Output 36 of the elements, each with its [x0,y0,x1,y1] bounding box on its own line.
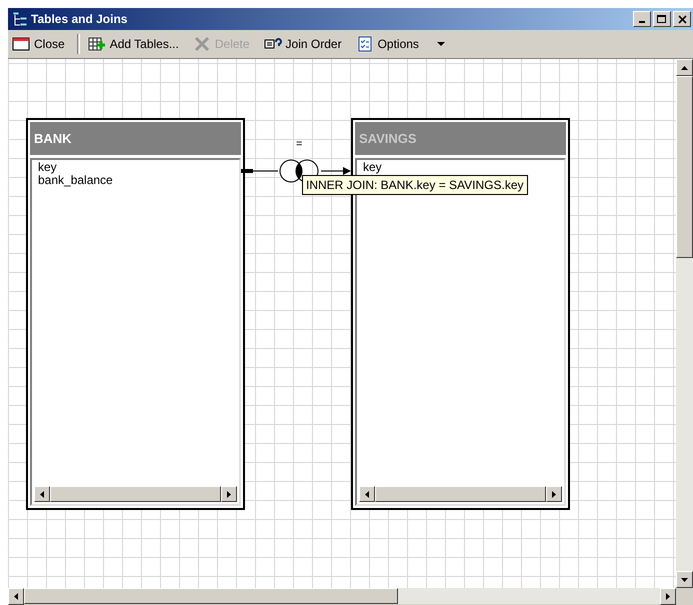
up-arrow-icon [681,66,688,70]
horizontal-scrollbar[interactable] [359,486,562,502]
maximize-button[interactable] [653,11,671,27]
table-plus-icon [88,36,106,52]
down-arrow-icon [681,578,688,582]
maximize-icon [657,14,667,24]
field-item[interactable]: key [38,161,233,174]
add-button[interactable]: Add Tables... [86,34,185,54]
table-card[interactable]: BANK key bank_balance [26,118,245,510]
caret-icon [436,42,445,46]
tooltip: INNER JOIN: BANK.key = SAVINGS.key [302,175,528,195]
tree-icon [12,11,28,27]
checklist-icon [356,36,374,52]
vertical-scrollbar[interactable] [676,59,693,588]
minimize-icon [639,20,645,22]
table-header[interactable]: BANK [30,122,241,155]
left-arrow-icon [365,490,369,498]
horizontal-scrollbar[interactable] [34,486,237,502]
right-arrow-icon [227,490,231,498]
close-button[interactable] [673,11,691,27]
minimize-button[interactable] [633,11,651,27]
left-arrow-icon [40,490,44,498]
field-item[interactable]: key [363,161,558,174]
close-button[interactable]: Close [10,34,71,54]
right-arrow-icon [666,593,670,600]
join-operator: = [296,139,302,150]
order-button[interactable]: Join Order [262,34,348,54]
horizontal-scrollbar[interactable] [8,588,676,604]
left-arrow-icon [14,593,18,600]
window-icon [12,36,30,52]
cross-icon [192,36,211,52]
field-item[interactable]: bank_balance [38,174,233,187]
right-arrow-icon [552,490,556,498]
window-title: Tables and Joins [31,12,128,26]
options-button[interactable]: Options [354,34,425,54]
close-icon [678,14,686,24]
